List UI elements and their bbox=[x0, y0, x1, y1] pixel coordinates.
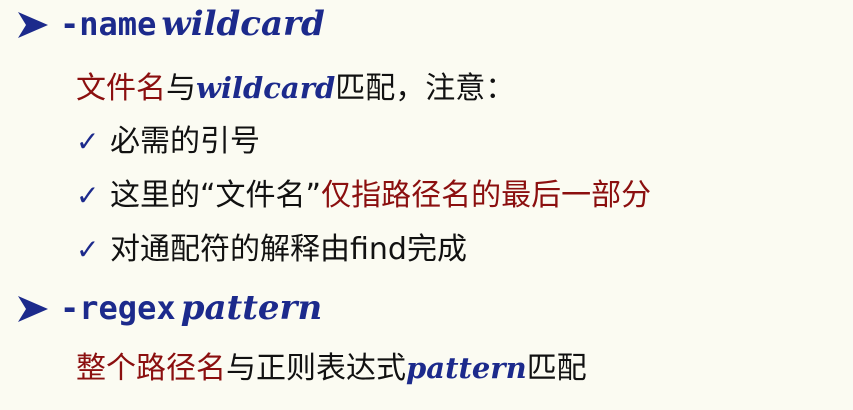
description-part1: 文件名 bbox=[76, 71, 166, 106]
option-description: 文件名与wildcard匹配，注意： bbox=[76, 66, 515, 110]
option-heading-regex: -regex pattern bbox=[60, 286, 322, 330]
note-text: 这里的“文件名” bbox=[110, 178, 322, 213]
option-argument: wildcard bbox=[161, 4, 325, 44]
description-argument: wildcard bbox=[196, 71, 336, 105]
note-item: ✓ 必需的引号 bbox=[76, 118, 260, 166]
note-item: ✓ 对通配符的解释由find完成 bbox=[76, 226, 467, 274]
option-flag: -regex bbox=[60, 289, 176, 327]
option-description: 整个路径名与正则表达式pattern匹配 bbox=[76, 346, 587, 390]
description-argument: pattern bbox=[406, 351, 527, 385]
check-icon: ✓ bbox=[76, 179, 100, 212]
bullet-arrow-icon bbox=[18, 296, 48, 322]
note-item: ✓ 这里的“文件名”仅指路径名的最后一部分 bbox=[76, 172, 651, 220]
note-text: 对通配符的解释由find完成 bbox=[110, 232, 467, 267]
note-text-emphasis: 仅指路径名的最后一部分 bbox=[321, 178, 652, 213]
description-part2: 与正则表达式 bbox=[226, 351, 406, 386]
check-icon: ✓ bbox=[76, 125, 100, 158]
option-argument: pattern bbox=[180, 288, 323, 328]
description-part3: 匹配 bbox=[526, 351, 587, 386]
note-text: 必需的引号 bbox=[110, 124, 260, 159]
description-part2: 与 bbox=[166, 71, 196, 106]
option-heading-name: -name wildcard bbox=[60, 2, 325, 46]
option-flag: -name bbox=[60, 5, 157, 43]
description-part3: 匹配，注意： bbox=[335, 71, 516, 106]
bullet-arrow-icon bbox=[18, 12, 48, 38]
description-part1: 整个路径名 bbox=[76, 351, 226, 386]
check-icon: ✓ bbox=[76, 233, 100, 266]
